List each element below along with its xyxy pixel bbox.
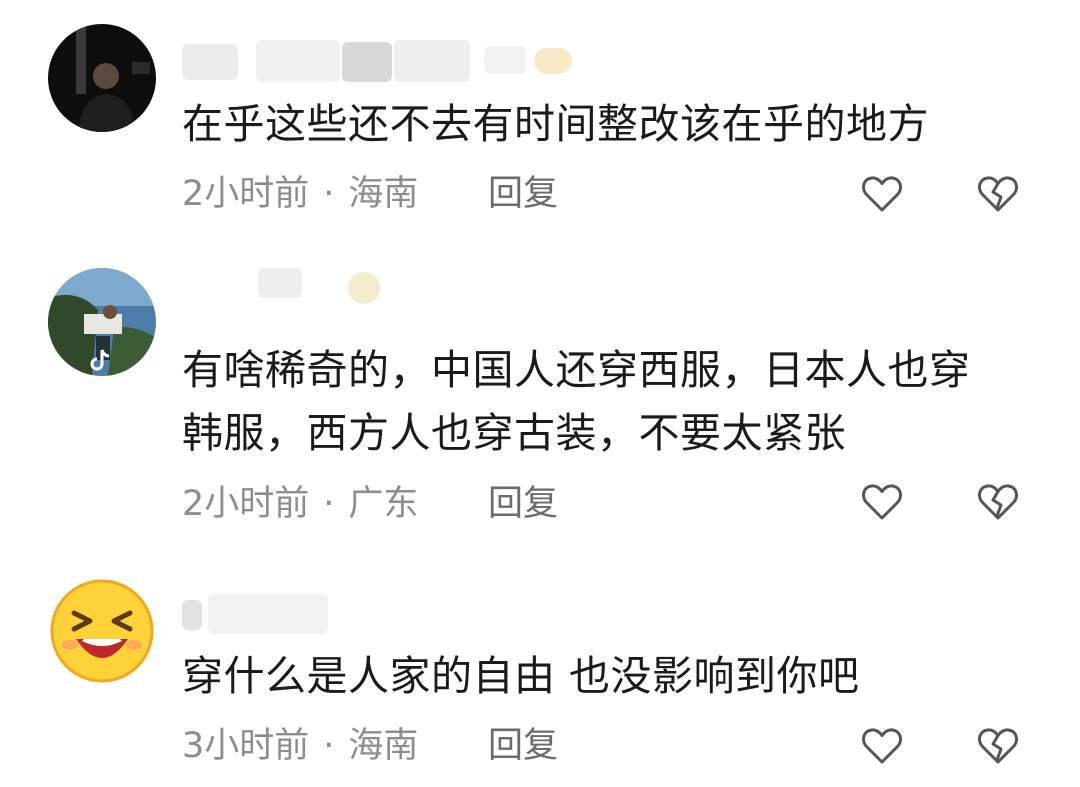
- user-avatar[interactable]: [48, 577, 156, 685]
- username-redacted[interactable]: [182, 268, 602, 314]
- comment-meta: 3小时前 · 海南: [182, 726, 419, 766]
- comment-text: 在乎这些还不去有时间整改该在乎的地方: [182, 100, 929, 148]
- comment-text: 有啥稀奇的，中国人还穿西服，日本人也穿韩服，西方人也穿古装，不要太紧张: [182, 346, 971, 457]
- comment-time: 3小时前: [182, 726, 310, 766]
- reply-button[interactable]: 回复: [488, 724, 558, 768]
- comment-meta: 2小时前 · 广东: [182, 484, 419, 524]
- username-redacted[interactable]: [182, 588, 602, 634]
- comment-location: 海南: [348, 174, 419, 214]
- laughing-emoji-icon: [48, 577, 156, 685]
- comment-time: 2小时前: [182, 484, 310, 524]
- reply-button[interactable]: 回复: [488, 172, 558, 216]
- comment-meta: 2小时前 · 海南: [182, 174, 419, 214]
- user-avatar[interactable]: [48, 268, 156, 376]
- broken-heart-icon[interactable]: [976, 172, 1020, 216]
- dark-portrait-icon: [48, 24, 156, 132]
- user-avatar[interactable]: [48, 24, 156, 132]
- comment-time: 2小时前: [182, 174, 310, 214]
- broken-heart-icon[interactable]: [976, 480, 1020, 524]
- comment-location: 海南: [348, 726, 419, 766]
- broken-heart-icon[interactable]: [976, 724, 1020, 768]
- reply-button[interactable]: 回复: [488, 482, 558, 526]
- comment-text: 穿什么是人家的自由 也没影响到你吧: [182, 652, 860, 700]
- like-heart-icon[interactable]: [860, 480, 904, 524]
- comment-location: 广东: [348, 484, 419, 524]
- like-heart-icon[interactable]: [860, 724, 904, 768]
- outdoor-photo-icon: [48, 268, 156, 376]
- username-redacted[interactable]: [182, 38, 602, 84]
- like-heart-icon[interactable]: [860, 172, 904, 216]
